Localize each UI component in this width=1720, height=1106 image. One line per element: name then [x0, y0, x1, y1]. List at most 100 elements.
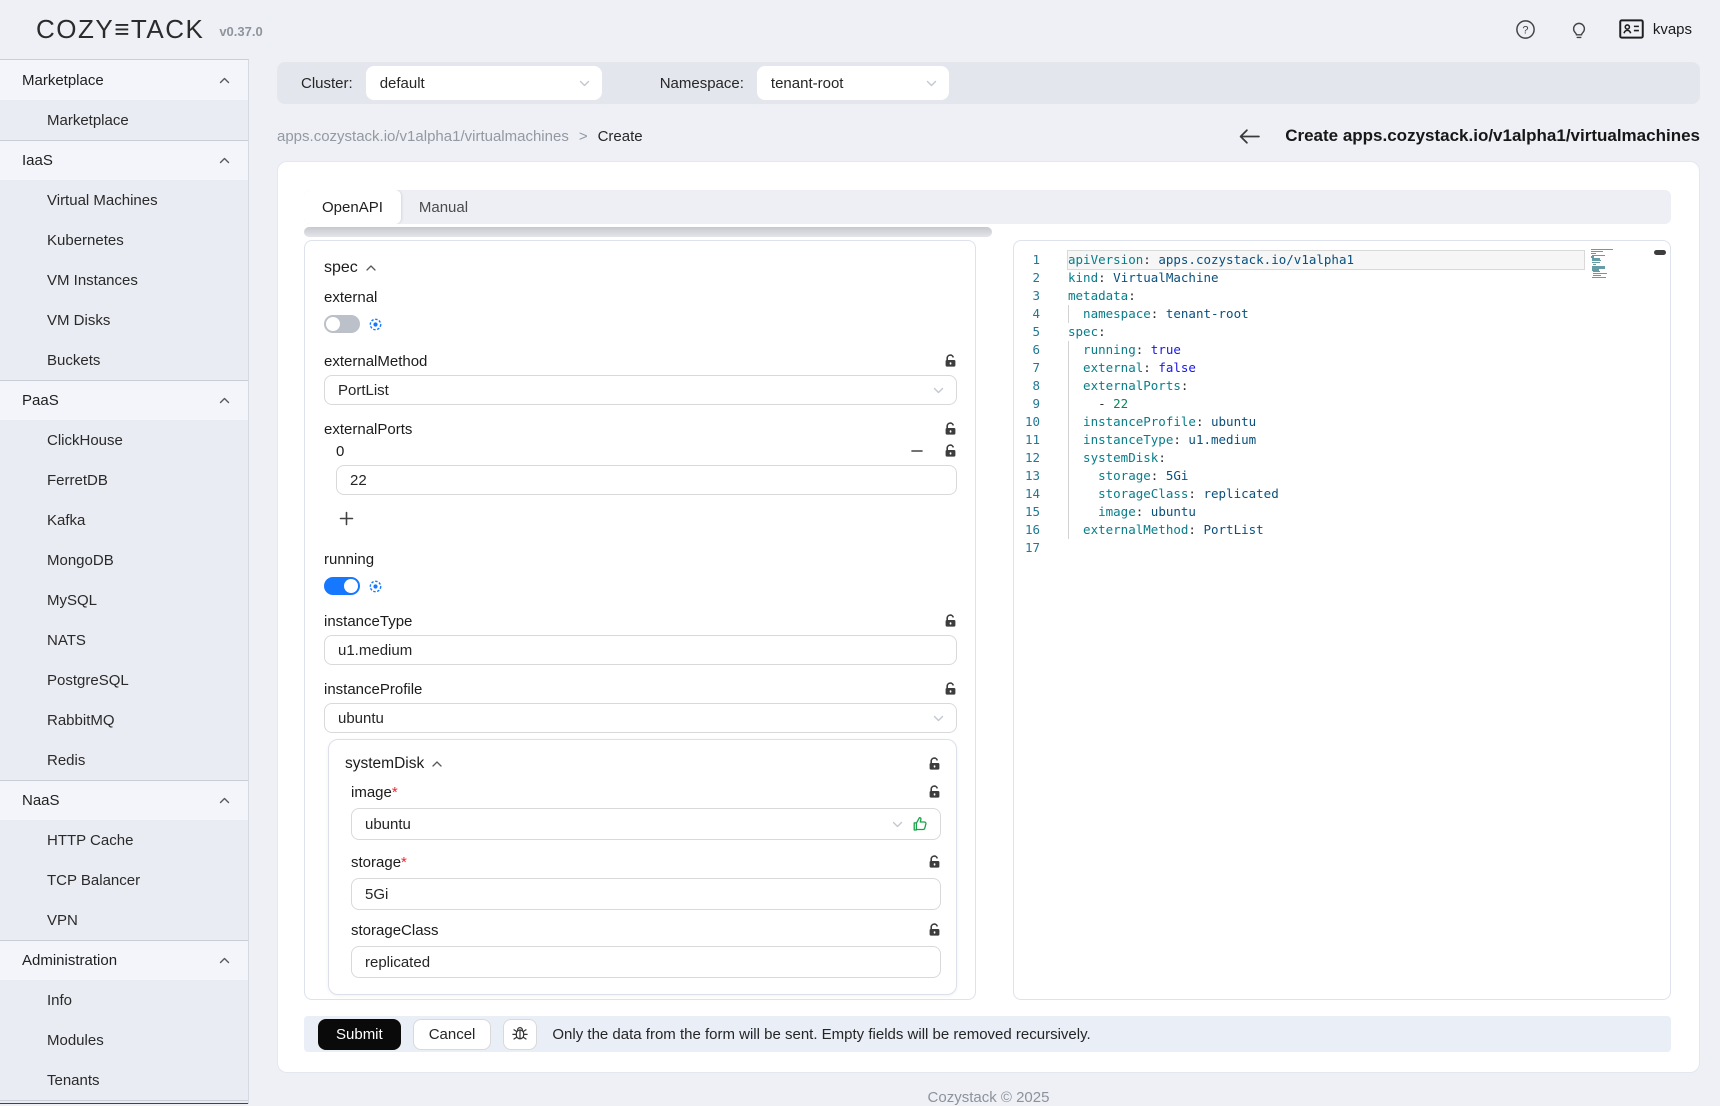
- storageClass-label: storageClass: [351, 922, 439, 939]
- chevron-up-icon: [219, 157, 230, 164]
- version-label: v0.37.0: [219, 24, 262, 39]
- systemDisk-label: systemDisk: [345, 755, 424, 773]
- editor-lines: 1apiVersion: apps.cozystack.io/v1alpha12…: [1024, 251, 1670, 557]
- add-port-icon[interactable]: [337, 509, 355, 527]
- line-number: 2: [1024, 269, 1040, 287]
- externalMethod-select[interactable]: PortList: [324, 375, 957, 405]
- sidebar-item-clickhouse[interactable]: ClickHouse: [0, 420, 248, 460]
- sidebar-section-iaas[interactable]: IaaS: [0, 140, 248, 180]
- sidebar-item-info[interactable]: Info: [0, 980, 248, 1020]
- sidebar-item-nats[interactable]: NATS: [0, 620, 248, 660]
- sidebar-item-mongodb[interactable]: MongoDB: [0, 540, 248, 580]
- required-mark: *: [392, 784, 398, 801]
- lock-icon[interactable]: [944, 354, 957, 368]
- debug-button[interactable]: [503, 1019, 537, 1050]
- line-number: 6: [1024, 341, 1040, 359]
- sidebar-section-label: IaaS: [22, 152, 53, 169]
- cluster-select[interactable]: default: [366, 66, 602, 100]
- sidebar-item-vm-disks[interactable]: VM Disks: [0, 300, 248, 340]
- form-toolbar: Submit Cancel Only the data from the for…: [304, 1016, 1671, 1052]
- help-icon[interactable]: ?: [1513, 16, 1539, 42]
- lock-icon[interactable]: [944, 682, 957, 696]
- code-line: 14storageClass: replicated: [1024, 485, 1670, 503]
- lock-icon[interactable]: [944, 444, 957, 458]
- sidebar-section-naas[interactable]: NaaS: [0, 780, 248, 820]
- code-line: 10instanceProfile: ubuntu: [1024, 413, 1670, 431]
- lock-icon[interactable]: [928, 855, 941, 869]
- code-line: 9- 22: [1024, 395, 1670, 413]
- cluster-select-value: default: [380, 75, 425, 92]
- sidebar-item-modules[interactable]: Modules: [0, 1020, 248, 1060]
- indent-guide: [1068, 395, 1083, 413]
- lock-icon[interactable]: [944, 422, 957, 436]
- cancel-button[interactable]: Cancel: [413, 1019, 492, 1050]
- lock-icon[interactable]: [928, 923, 941, 937]
- systemDisk-section-toggle[interactable]: systemDisk: [345, 755, 442, 773]
- sidebar-item-kubernetes[interactable]: Kubernetes: [0, 220, 248, 260]
- breadcrumb: apps.cozystack.io/v1alpha1/virtualmachin…: [277, 128, 643, 145]
- remove-port-icon[interactable]: [910, 444, 924, 458]
- horizontal-scrollbar[interactable]: [304, 227, 992, 237]
- externalMethod-value: PortList: [338, 382, 389, 399]
- sidebar-section-label: Marketplace: [22, 72, 104, 89]
- indent-guide: [1068, 305, 1083, 323]
- code-line: 17: [1024, 539, 1670, 557]
- form-panel: spec external externalMethod: [304, 240, 976, 1000]
- instanceType-input[interactable]: [324, 635, 957, 665]
- storageClass-input[interactable]: [351, 946, 941, 978]
- chevron-down-icon: [926, 80, 937, 87]
- sidebar-item-ferretdb[interactable]: FerretDB: [0, 460, 248, 500]
- instanceProfile-select[interactable]: ubuntu: [324, 703, 957, 733]
- sidebar-item-redis[interactable]: Redis: [0, 740, 248, 780]
- indent-guide: [1068, 359, 1083, 377]
- editor-minimap[interactable]: [1591, 249, 1653, 280]
- lock-icon[interactable]: [944, 614, 957, 628]
- focus-target-icon[interactable]: [369, 318, 382, 331]
- sidebar-item-http-cache[interactable]: HTTP Cache: [0, 820, 248, 860]
- sidebar-item-marketplace[interactable]: Marketplace: [0, 100, 248, 140]
- chevron-up-icon: [219, 797, 230, 804]
- code-line: 5spec:: [1024, 323, 1670, 341]
- tab-manual[interactable]: Manual: [401, 190, 486, 224]
- namespace-select[interactable]: tenant-root: [757, 66, 949, 100]
- sidebar-item-tcp-balancer[interactable]: TCP Balancer: [0, 860, 248, 900]
- top-header: COZY≡TACK v0.37.0 ? kvaps: [0, 0, 1720, 58]
- lock-icon[interactable]: [928, 785, 941, 799]
- theme-lightbulb-icon[interactable]: [1566, 16, 1592, 42]
- running-toggle[interactable]: [324, 577, 360, 595]
- spec-section-toggle[interactable]: spec: [324, 259, 957, 277]
- sidebar-section-paas[interactable]: PaaS: [0, 380, 248, 420]
- storage-input[interactable]: [351, 878, 941, 910]
- user-menu[interactable]: kvaps: [1619, 19, 1692, 39]
- externalPorts-item-input[interactable]: [336, 465, 957, 495]
- breadcrumb-resource-link[interactable]: apps.cozystack.io/v1alpha1/virtualmachin…: [277, 128, 569, 145]
- sidebar-item-postgresql[interactable]: PostgreSQL: [0, 660, 248, 700]
- sidebar-item-kafka[interactable]: Kafka: [0, 500, 248, 540]
- sidebar-item-rabbitmq[interactable]: RabbitMQ: [0, 700, 248, 740]
- yaml-editor[interactable]: 1apiVersion: apps.cozystack.io/v1alpha12…: [1013, 240, 1671, 1000]
- breadcrumb-row: apps.cozystack.io/v1alpha1/virtualmachin…: [277, 123, 1700, 149]
- submit-button[interactable]: Submit: [318, 1019, 401, 1050]
- sidebar-section-label: Administration: [22, 952, 117, 969]
- thumbs-up-icon[interactable]: [912, 816, 928, 832]
- sidebar-item-virtual-machines[interactable]: Virtual Machines: [0, 180, 248, 220]
- context-bar: Cluster: default Namespace: tenant-root: [277, 62, 1700, 104]
- sidebar-item-buckets[interactable]: Buckets: [0, 340, 248, 380]
- back-arrow-icon[interactable]: [1238, 128, 1261, 145]
- sidebar-section-marketplace[interactable]: Marketplace: [0, 60, 248, 100]
- sidebar-section-administration[interactable]: Administration: [0, 940, 248, 980]
- image-select[interactable]: ubuntu: [351, 808, 941, 840]
- indent-guide: [1068, 485, 1083, 503]
- line-number: 7: [1024, 359, 1040, 377]
- external-toggle[interactable]: [324, 315, 360, 333]
- tab-openapi[interactable]: OpenAPI: [304, 190, 401, 224]
- scrollbar-thumb[interactable]: [1654, 250, 1666, 255]
- main-content: Cluster: default Namespace: tenant-root …: [250, 58, 1720, 1104]
- lock-icon[interactable]: [928, 757, 941, 771]
- sidebar-item-vpn[interactable]: VPN: [0, 900, 248, 940]
- sidebar-item-mysql[interactable]: MySQL: [0, 580, 248, 620]
- code-line: 4namespace: tenant-root: [1024, 305, 1670, 323]
- sidebar-item-tenants[interactable]: Tenants: [0, 1060, 248, 1100]
- sidebar-item-vm-instances[interactable]: VM Instances: [0, 260, 248, 300]
- focus-target-icon[interactable]: [369, 580, 382, 593]
